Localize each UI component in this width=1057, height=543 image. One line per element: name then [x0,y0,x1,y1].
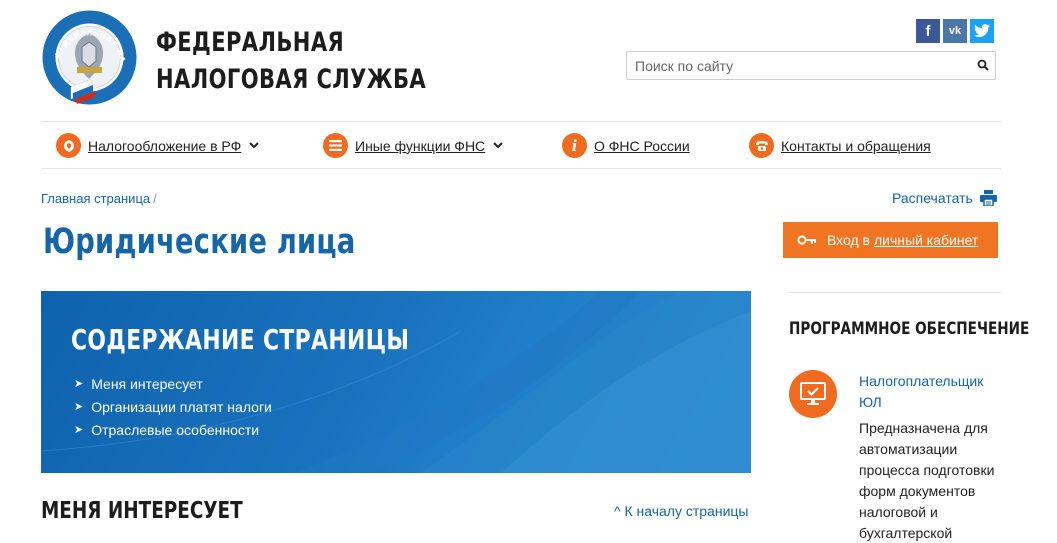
logo-emblem-icon: ФЕДЕРАЛЬНАЯ НАЛОГОВАЯ СЛУЖБА [36,2,137,105]
key-icon [797,235,816,245]
print-link[interactable]: Распечатать [892,190,997,206]
arrow-right-icon: ➤ [74,424,84,436]
personal-cabinet-button[interactable]: Вход в личный кабинет [783,222,998,258]
nav-item-label: О ФНС России [594,137,690,154]
contents-list: ➤ Меня интересует ➤ Организации платят нал… [74,372,272,441]
nav-item-label: Налогообложение в РФ [88,137,242,154]
search-icon[interactable] [977,59,989,71]
software-description: Предназначена для автоматизации процесса… [859,420,995,541]
fns-logo[interactable]: ФЕДЕРАЛЬНАЯ НАЛОГОВАЯ СЛУЖБА [36,2,138,106]
breadcrumb: Главная страница / [41,191,157,206]
software-monitor-icon[interactable] [789,370,837,418]
printer-icon [979,190,997,206]
contents-item-label: Организации платят налоги [91,398,272,415]
section-title: МЕНЯ ИНТЕРЕСУЕТ [41,498,243,524]
nav-item-taxation[interactable]: Налогообложение в РФ [56,133,259,158]
twitter-icon[interactable] [970,19,994,43]
contents-item[interactable]: ➤ Отраслевые особенности [74,418,272,441]
nav-item-contacts[interactable]: Контакты и обращения [749,133,931,158]
page-title: Юридические лица [43,222,356,262]
chevron-down-icon [493,142,503,149]
contents-item[interactable]: ➤ Организации платят налоги [74,395,272,418]
cabinet-prefix: Вход в [827,232,870,248]
arrow-right-icon: ➤ [74,378,84,390]
menu-icon [323,133,348,158]
software-link[interactable]: Налогоплательщик ЮЛ [859,371,999,413]
banner-title: СОДЕРЖАНИЕ СТРАНИЦЫ [71,323,410,356]
info-icon: i [562,133,587,158]
brand-name[interactable]: ФЕДЕРАЛЬНАЯ НАЛОГОВАЯ СЛУЖБА [156,24,426,98]
brand-line-2: НАЛОГОВАЯ СЛУЖБА [156,64,427,95]
breadcrumb-separator: / [153,191,157,206]
social-links: f vk [916,19,994,43]
contents-item-label: Отраслевые особенности [91,421,260,438]
page-contents-banner: СОДЕРЖАНИЕ СТРАНИЦЫ ➤ Меня интересует ➤ Ор… [41,291,751,473]
contents-item[interactable]: ➤ Меня интересует [74,372,272,395]
breadcrumb-home-link[interactable]: Главная страница [41,191,150,206]
phone-icon [749,133,774,158]
cabinet-link: личный кабинет [874,232,979,248]
back-to-top-link[interactable]: ^ К началу страницы [614,503,748,519]
nav-item-other-functions[interactable]: Иные функции ФНС [323,133,503,158]
sidebar-title: ПРОГРАММНОЕ ОБЕСПЕЧЕНИЕ [789,319,1030,339]
facebook-icon[interactable]: f [916,19,940,43]
site-search [626,51,996,80]
nav-item-about[interactable]: i О ФНС России [562,133,690,158]
nav-item-label: Контакты и обращения [781,137,931,154]
search-input[interactable] [627,52,957,79]
brand-line-1: ФЕДЕРАЛЬНАЯ [156,27,345,58]
print-label: Распечатать [892,190,973,206]
vkontakte-icon[interactable]: vk [943,19,967,43]
nav-item-label: Иные функции ФНС [355,137,486,154]
emblem-icon [56,133,81,158]
chevron-down-icon [249,142,259,149]
contents-item-label: Меня интересует [91,375,203,392]
arrow-right-icon: ➤ [74,401,84,413]
main-nav: Налогообложение в РФ Иные функции ФНС i … [41,121,1001,169]
sidebar-divider [789,292,1001,293]
